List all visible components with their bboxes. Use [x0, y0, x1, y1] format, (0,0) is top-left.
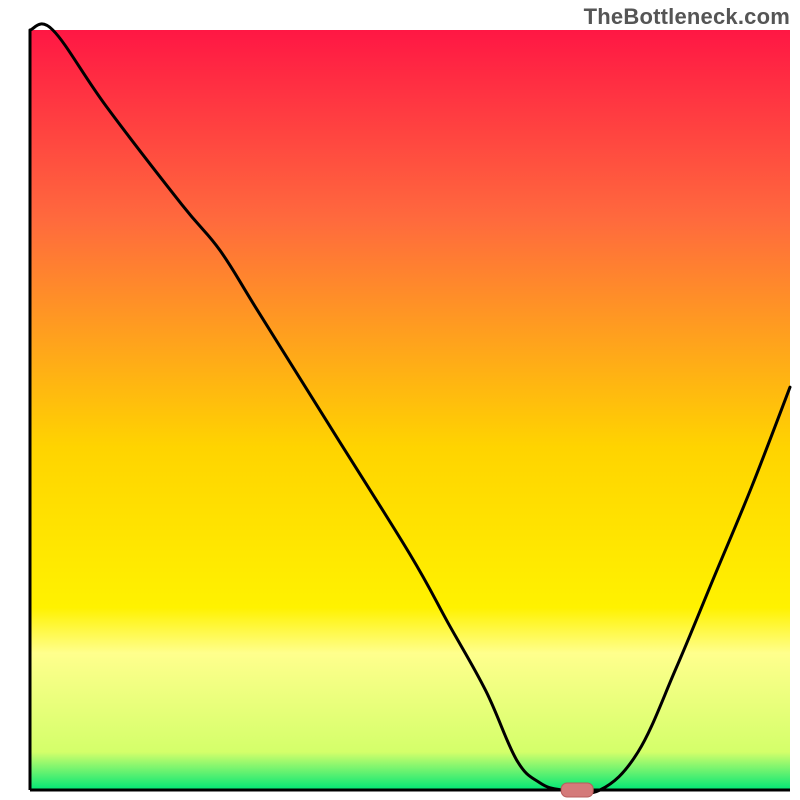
optimal-point-marker: [561, 783, 593, 797]
watermark-text: TheBottleneck.com: [584, 4, 790, 30]
plot-background: [30, 30, 790, 790]
bottleneck-chart: TheBottleneck.com: [0, 0, 800, 800]
chart-svg: [0, 0, 800, 800]
